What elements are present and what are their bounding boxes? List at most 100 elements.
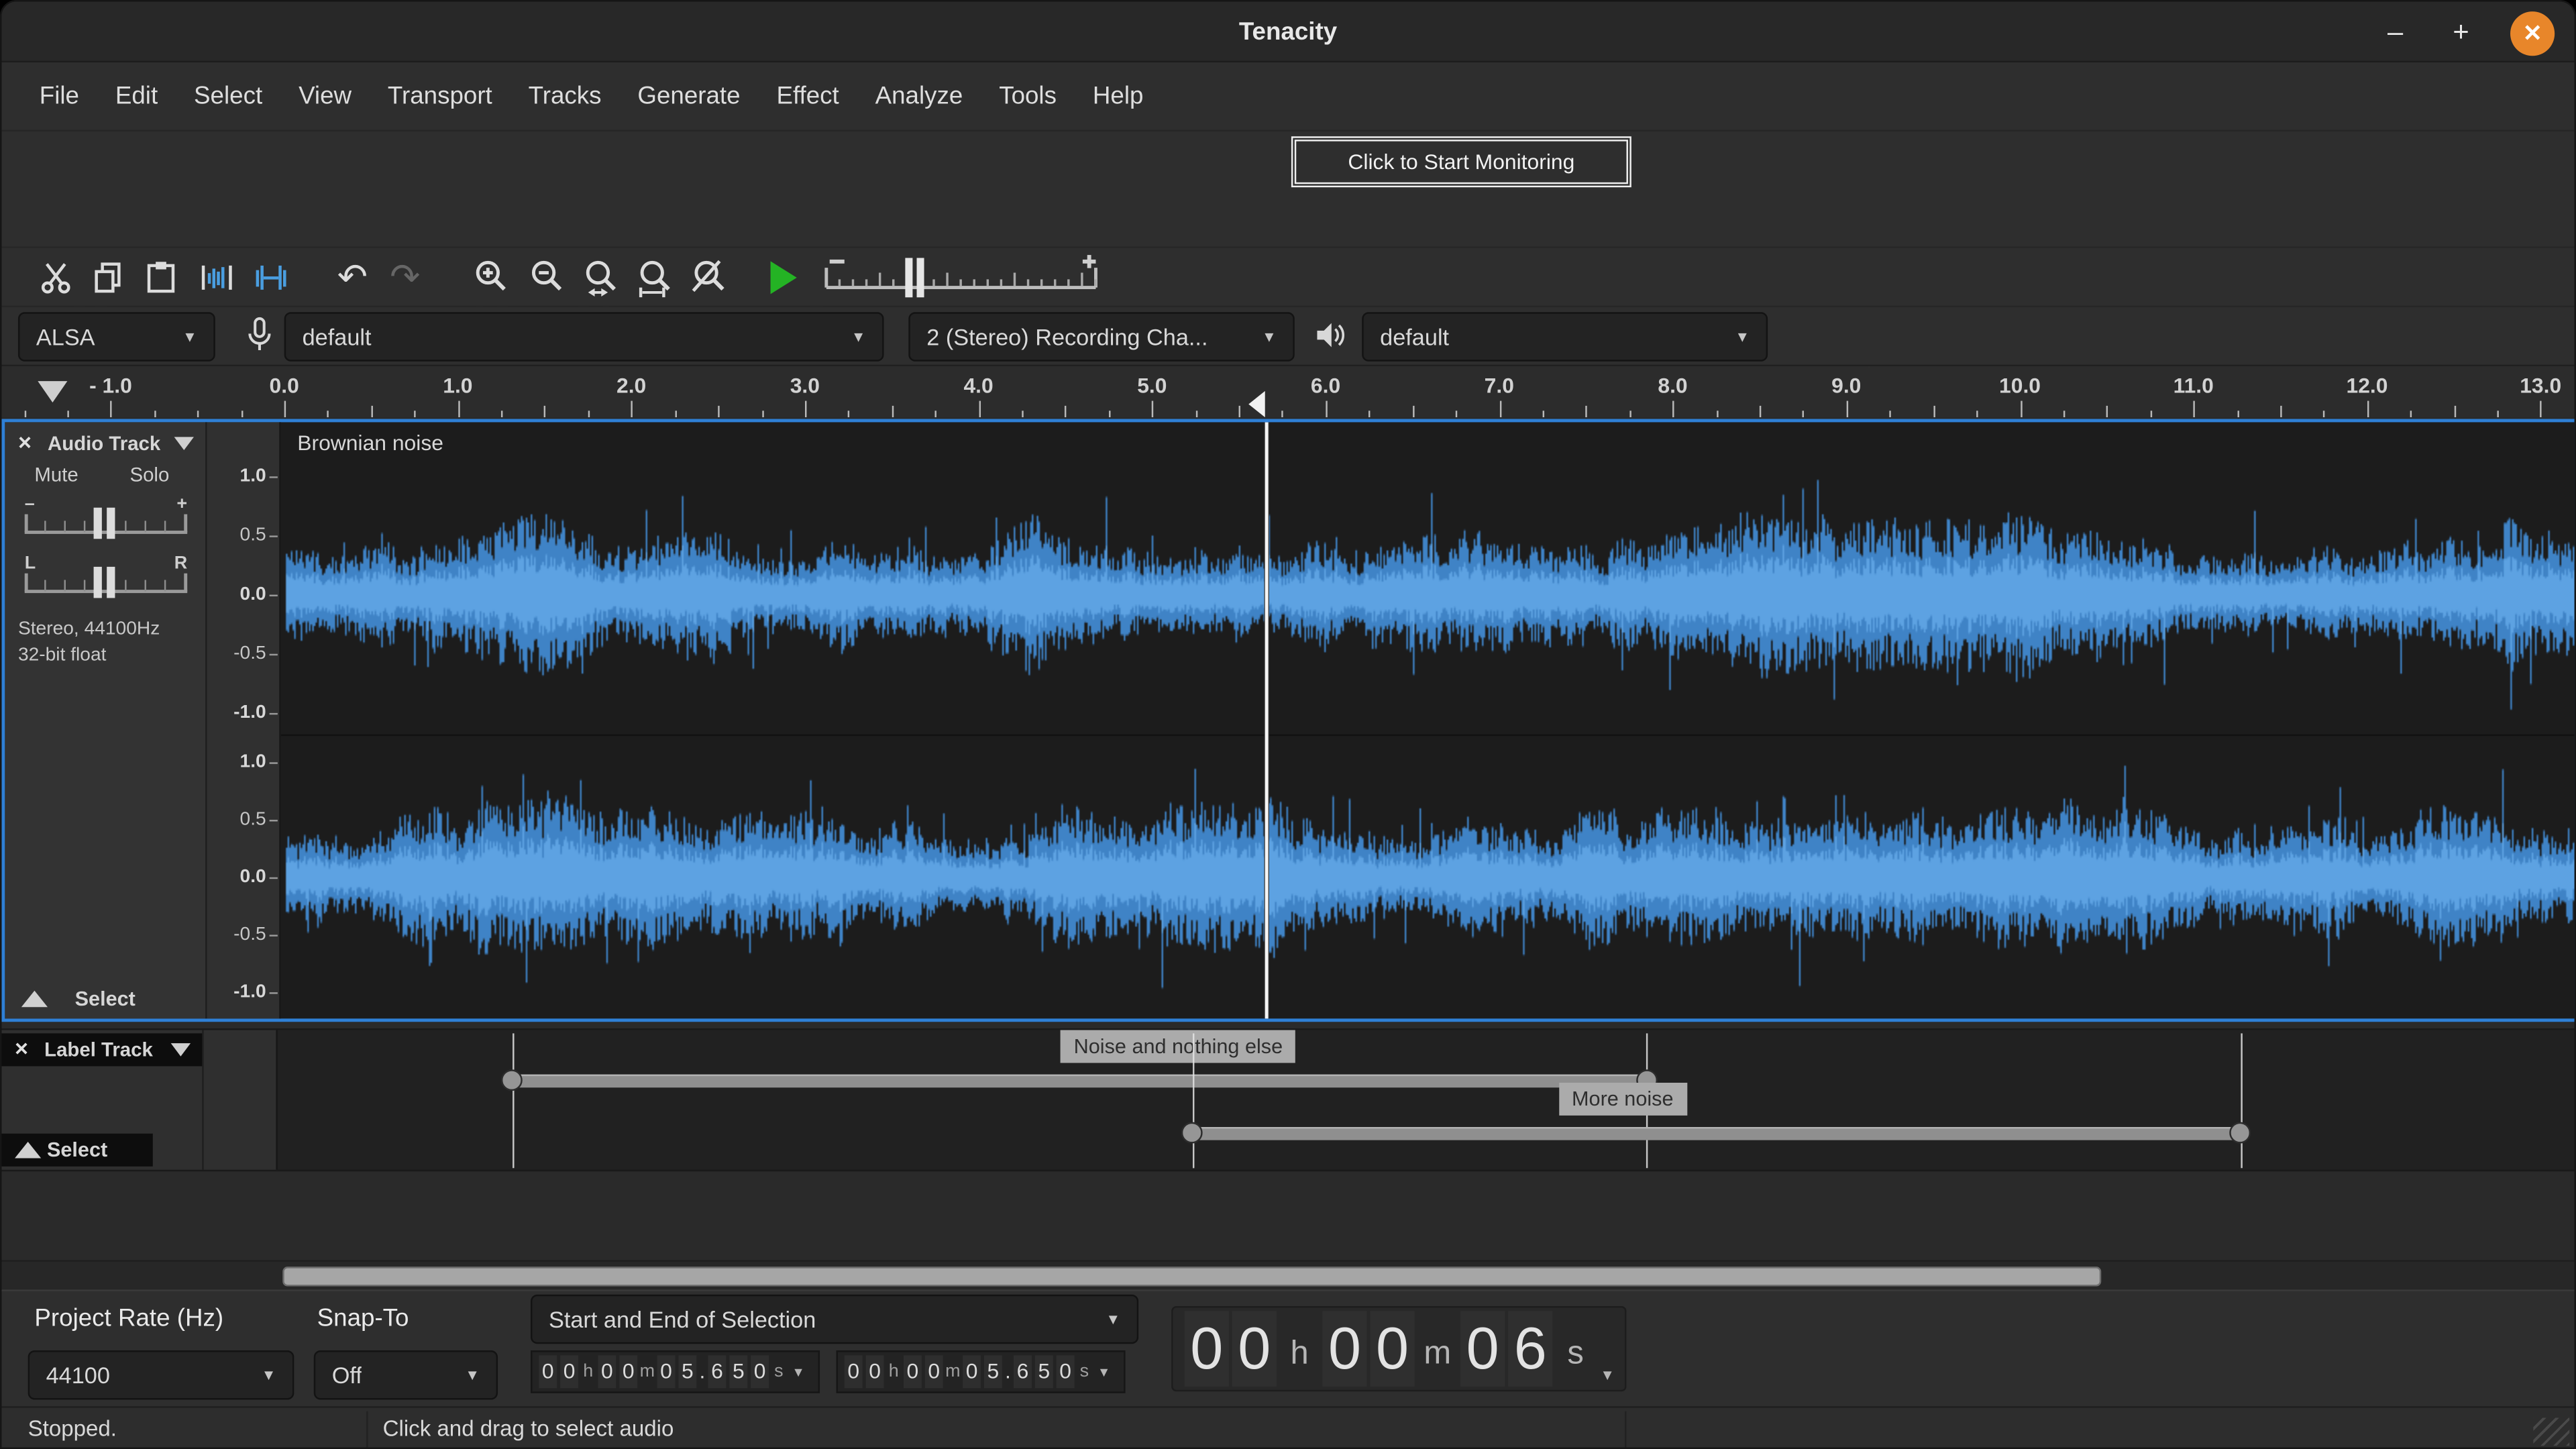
time-digit[interactable]: 0 <box>866 1355 884 1388</box>
playback-device-select[interactable]: default▼ <box>1362 312 1768 361</box>
time-digit[interactable]: 0 <box>598 1355 616 1388</box>
horizontal-scrollbar[interactable] <box>1 1260 2576 1289</box>
label-text[interactable]: More noise <box>1558 1083 1686 1116</box>
resize-grip[interactable] <box>2533 1417 2569 1446</box>
time-digit[interactable]: 5 <box>729 1355 747 1388</box>
track-area[interactable]: × Audio Track Mute Solo – + L R <box>1 417 2574 1289</box>
label-text[interactable]: Noise and nothing else <box>1061 1030 1296 1063</box>
monitoring-tooltip[interactable]: Click to Start Monitoring <box>1295 140 1628 184</box>
time-digit[interactable]: 6 <box>1508 1311 1552 1387</box>
track-select-button[interactable]: Select <box>5 982 205 1015</box>
selection-start-field[interactable]: 00h00m05.650s▼ <box>531 1350 820 1393</box>
label-handle[interactable] <box>2230 1122 2251 1144</box>
fit-project-button[interactable] <box>633 250 677 305</box>
gain-slider[interactable]: – + <box>21 494 191 547</box>
label-boundary-line[interactable] <box>2241 1033 2242 1168</box>
time-digit[interactable]: 0 <box>963 1355 981 1388</box>
label-boundary-line[interactable] <box>1192 1033 1193 1168</box>
time-digit[interactable]: 0 <box>925 1355 943 1388</box>
close-track-icon[interactable]: × <box>18 427 32 457</box>
time-digit[interactable]: 0 <box>1185 1311 1229 1387</box>
track-menu-chevron-icon[interactable] <box>174 437 194 450</box>
play-at-speed-button[interactable] <box>761 250 805 305</box>
time-digit[interactable]: 5 <box>984 1355 1002 1388</box>
timeline-ruler[interactable]: - 1.00.01.02.03.04.05.06.07.08.09.010.01… <box>1 366 2574 417</box>
chevron-down-icon[interactable]: ▼ <box>1097 1364 1110 1379</box>
snap-to-select[interactable]: Off▼ <box>314 1350 498 1399</box>
menu-tracks[interactable]: Tracks <box>511 76 620 117</box>
time-digit[interactable]: 5 <box>678 1355 696 1388</box>
cut-button[interactable] <box>33 250 77 305</box>
timeline-options-pin-icon[interactable] <box>38 381 67 402</box>
menu-tools[interactable]: Tools <box>981 76 1075 117</box>
time-digit[interactable]: 0 <box>904 1355 922 1388</box>
close-button[interactable]: ✕ <box>2510 11 2555 56</box>
waveform-left-channel[interactable] <box>281 422 2575 734</box>
menu-analyze[interactable]: Analyze <box>857 76 981 117</box>
silence-audio-button[interactable] <box>248 250 292 305</box>
recording-channels-select[interactable]: 2 (Stereo) Recording Cha...▼ <box>908 312 1295 361</box>
time-digit[interactable]: 6 <box>708 1355 727 1388</box>
time-digit[interactable]: 5 <box>1035 1355 1053 1388</box>
label-range-bar[interactable] <box>1192 1127 2241 1140</box>
time-digit[interactable]: 0 <box>1322 1311 1366 1387</box>
project-rate-select[interactable]: 44100▼ <box>28 1350 294 1399</box>
waveform-right-channel[interactable] <box>281 736 2575 1018</box>
menu-effect[interactable]: Effect <box>759 76 857 117</box>
time-digit[interactable]: 0 <box>751 1355 769 1388</box>
zoom-out-button[interactable] <box>524 250 568 305</box>
time-digit[interactable]: 0 <box>1057 1355 1075 1388</box>
audio-position-display[interactable]: 00h00m06s▼ <box>1171 1306 1626 1391</box>
time-digit[interactable]: 0 <box>619 1355 637 1388</box>
label-canvas-area[interactable]: Noise and nothing else More noise <box>278 1030 2576 1170</box>
time-digit[interactable]: 6 <box>1014 1355 1032 1388</box>
time-digit[interactable]: . <box>698 1355 706 1388</box>
menu-transport[interactable]: Transport <box>370 76 511 117</box>
track-select-button[interactable]: Select <box>1 1134 152 1167</box>
play-speed-slider[interactable] <box>813 253 1109 302</box>
playhead-marker-icon[interactable] <box>1248 391 1265 417</box>
menu-select[interactable]: Select <box>176 76 280 117</box>
solo-button[interactable]: Solo <box>129 464 169 486</box>
close-track-icon[interactable]: × <box>15 1033 28 1063</box>
gain-slider-thumb[interactable] <box>94 508 115 539</box>
time-digit[interactable]: 0 <box>1460 1311 1505 1387</box>
time-digit[interactable]: 0 <box>539 1355 557 1388</box>
track-title[interactable]: Label Track <box>44 1035 153 1065</box>
amplitude-ruler[interactable]: 1.00.50.0-0.5-1.01.00.50.0-0.5-1.0 <box>207 422 281 1018</box>
maximize-button[interactable]: + <box>2440 11 2483 54</box>
audio-host-select[interactable]: ALSA▼ <box>18 312 215 361</box>
trim-audio-button[interactable] <box>194 250 238 305</box>
menu-help[interactable]: Help <box>1075 76 1161 117</box>
undo-button[interactable]: ↶ <box>330 250 374 305</box>
selection-range-mode-select[interactable]: Start and End of Selection▼ <box>531 1295 1138 1344</box>
menu-view[interactable]: View <box>280 76 370 117</box>
menu-edit[interactable]: Edit <box>97 76 176 117</box>
selection-end-field[interactable]: 00h00m05.650s▼ <box>837 1350 1126 1393</box>
track-title[interactable]: Audio Track <box>48 429 160 458</box>
mute-button[interactable]: Mute <box>34 464 78 486</box>
time-digit[interactable]: 0 <box>845 1355 863 1388</box>
chevron-down-icon[interactable]: ▼ <box>1600 1367 1615 1383</box>
label-handle[interactable] <box>1181 1122 1203 1144</box>
track-menu-chevron-icon[interactable] <box>171 1043 191 1057</box>
chevron-down-icon[interactable]: ▼ <box>792 1364 804 1379</box>
time-digit[interactable]: 0 <box>560 1355 578 1388</box>
recording-device-select[interactable]: default▼ <box>284 312 884 361</box>
zoom-in-button[interactable] <box>468 250 513 305</box>
copy-button[interactable] <box>85 250 129 305</box>
time-digit[interactable]: 0 <box>657 1355 676 1388</box>
zoom-toggle-button[interactable] <box>687 250 731 305</box>
menu-generate[interactable]: Generate <box>619 76 758 117</box>
menu-file[interactable]: File <box>21 76 97 117</box>
time-digit[interactable]: . <box>1004 1355 1012 1388</box>
label-handle[interactable] <box>501 1069 523 1091</box>
time-digit[interactable]: 0 <box>1232 1311 1277 1387</box>
time-digit[interactable]: 0 <box>1370 1311 1414 1387</box>
redo-button[interactable]: ↷ <box>383 250 427 305</box>
pan-slider[interactable]: L R <box>21 553 191 606</box>
minimize-button[interactable]: – <box>2374 11 2417 54</box>
label-boundary-line[interactable] <box>512 1033 513 1168</box>
fit-selection-button[interactable] <box>578 250 623 305</box>
paste-button[interactable] <box>138 250 182 305</box>
